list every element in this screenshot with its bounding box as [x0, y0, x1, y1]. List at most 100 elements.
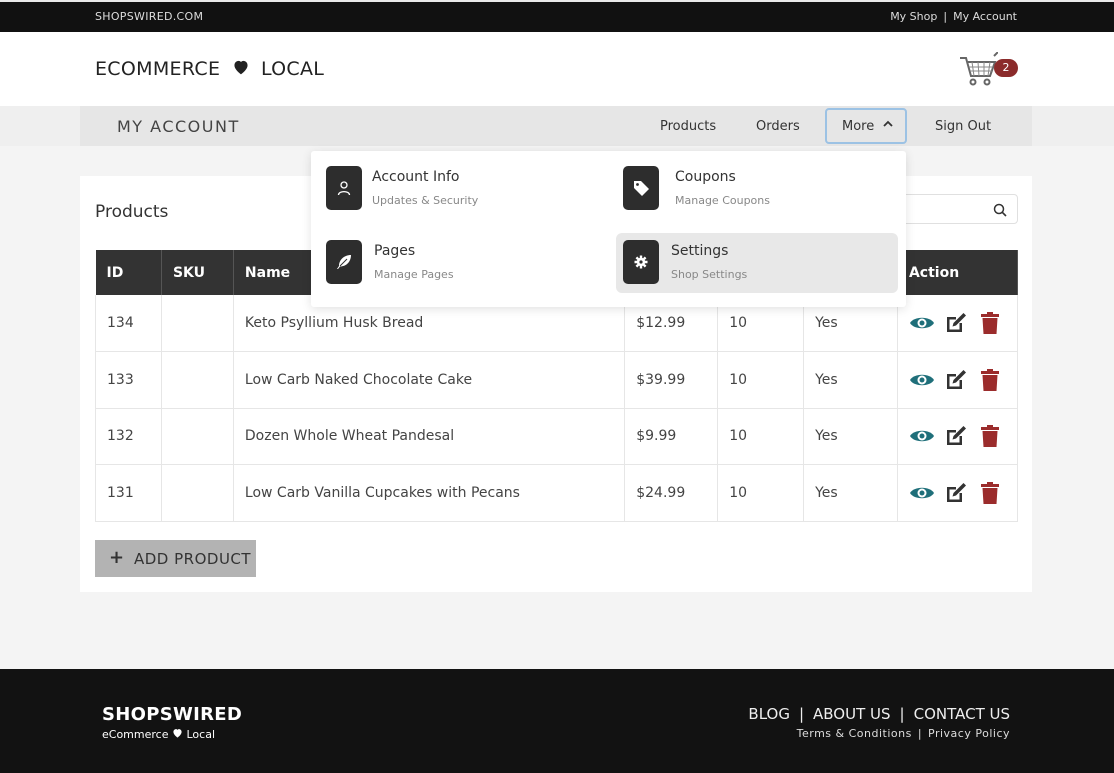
view-icon[interactable] [909, 481, 934, 505]
cell-actions [897, 464, 1019, 522]
menu-item-subtitle: Manage Coupons [675, 194, 770, 207]
terms-link[interactable]: Terms & Conditions [797, 727, 912, 740]
menu-item-title: Pages [374, 243, 416, 259]
footer-link-blog[interactable]: BLOG [748, 705, 790, 723]
separator: | [798, 705, 805, 723]
cell-active: Yes [803, 408, 898, 465]
add-product-button[interactable]: + ADD PRODUCT [95, 540, 256, 577]
delete-icon[interactable] [979, 311, 1003, 335]
cell-name: Dozen Whole Wheat Pandesal [233, 408, 626, 465]
logo-text-left: ECOMMERCE [95, 58, 221, 80]
feather-icon [326, 240, 362, 284]
nav-more-label: More [842, 119, 875, 134]
cell-price: $39.99 [624, 351, 719, 409]
cell-active: Yes [803, 464, 898, 522]
table-row: 131 Low Carb Vanilla Cupcakes with Pecan… [95, 464, 1019, 522]
heart-icon [232, 58, 250, 80]
my-shop-link[interactable]: My Shop [890, 10, 937, 23]
menu-item-title: Account Info [372, 169, 460, 185]
gear-icon [623, 240, 659, 284]
menu-item-subtitle: Updates & Security [372, 194, 479, 207]
separator: | [943, 10, 948, 23]
cell-actions [897, 351, 1019, 409]
cell-sku [161, 295, 234, 352]
cell-sku [161, 351, 234, 409]
account-title: MY ACCOUNT [117, 117, 240, 136]
logo-text-right: LOCAL [260, 58, 325, 80]
nav-more-button[interactable]: More [825, 108, 907, 144]
cell-quantity: 10 [717, 408, 805, 465]
cell-actions [897, 295, 1019, 352]
footer-tagline-right: Local [186, 728, 215, 741]
footer-links: BLOG | ABOUT US | CONTACT US [748, 705, 1010, 723]
view-icon[interactable] [909, 368, 934, 392]
top-links: My Shop | My Account [890, 10, 1017, 23]
products-title: Products [95, 202, 169, 222]
header: ECOMMERCE LOCAL 2 [0, 32, 1114, 106]
separator: | [899, 705, 905, 723]
nav-sign-out[interactable]: Sign Out [935, 119, 991, 134]
top-bar: SHOPSWIRED.COM My Shop | My Account [0, 0, 1114, 32]
edit-icon[interactable] [944, 311, 968, 335]
my-account-link[interactable]: My Account [953, 10, 1017, 23]
footer-link-about[interactable]: ABOUT US [813, 705, 891, 723]
footer: SHOPSWIRED eCommerce Local BLOG | ABOUT US… [0, 669, 1114, 773]
cart-count-badge: 2 [994, 59, 1018, 77]
footer-tagline-left: eCommerce [102, 728, 169, 741]
table-row: 133 Low Carb Naked Chocolate Cake $39.99… [95, 351, 1019, 409]
edit-icon[interactable] [944, 368, 968, 392]
footer-legal-links: Terms & Conditions | Privacy Policy [797, 727, 1010, 740]
site-name[interactable]: SHOPSWIRED.COM [95, 10, 203, 23]
menu-item-title: Coupons [675, 169, 736, 185]
delete-icon[interactable] [979, 368, 1003, 392]
delete-icon[interactable] [979, 424, 1003, 448]
cell-quantity: 10 [717, 464, 805, 522]
cell-id: 131 [95, 464, 162, 522]
column-header-action: Action [897, 250, 1019, 295]
delete-icon[interactable] [979, 481, 1003, 505]
cell-id: 134 [95, 295, 162, 352]
cell-actions [897, 408, 1019, 465]
more-dropdown-menu: Account Info Updates & Security Coupons … [311, 151, 906, 307]
footer-brand: SHOPSWIRED [102, 704, 243, 725]
tag-icon [623, 166, 659, 210]
menu-item-settings[interactable]: Settings Shop Settings [616, 233, 898, 293]
nav-products[interactable]: Products [660, 119, 716, 134]
view-icon[interactable] [909, 424, 934, 448]
cell-name: Low Carb Naked Chocolate Cake [233, 351, 626, 409]
footer-link-contact[interactable]: CONTACT US [914, 705, 1010, 723]
cell-price: $24.99 [624, 464, 719, 522]
cell-quantity: 10 [717, 351, 805, 409]
menu-item-pages[interactable]: Pages Manage Pages [319, 233, 601, 293]
table-row: 132 Dozen Whole Wheat Pandesal $9.99 10 … [95, 408, 1019, 465]
cell-id: 132 [95, 408, 162, 465]
column-header-sku[interactable]: SKU [161, 250, 234, 295]
cell-price: $9.99 [624, 408, 719, 465]
cart-icon[interactable] [958, 51, 999, 88]
column-header-id[interactable]: ID [95, 250, 162, 295]
menu-item-title: Settings [671, 243, 729, 259]
view-icon[interactable] [909, 311, 934, 335]
edit-icon[interactable] [944, 481, 968, 505]
plus-icon: + [109, 547, 125, 568]
separator: | [917, 727, 923, 740]
user-icon [326, 166, 362, 210]
heart-icon [172, 728, 183, 741]
edit-icon[interactable] [944, 424, 968, 448]
search-icon[interactable] [993, 202, 1007, 217]
footer-tagline: eCommerce Local [102, 728, 215, 741]
account-bar: MY ACCOUNT Products Orders More Sign Out [80, 106, 1032, 146]
nav-orders[interactable]: Orders [756, 119, 800, 134]
logo[interactable]: ECOMMERCE LOCAL [95, 58, 324, 80]
menu-item-subtitle: Manage Pages [374, 268, 454, 281]
menu-item-account-info[interactable]: Account Info Updates & Security [319, 159, 601, 219]
cell-active: Yes [803, 351, 898, 409]
add-product-label: ADD PRODUCT [134, 550, 252, 568]
cell-sku [161, 408, 234, 465]
menu-item-subtitle: Shop Settings [671, 268, 748, 281]
cell-name: Low Carb Vanilla Cupcakes with Pecans [233, 464, 626, 522]
privacy-link[interactable]: Privacy Policy [928, 727, 1010, 740]
menu-item-coupons[interactable]: Coupons Manage Coupons [616, 159, 898, 219]
cell-id: 133 [95, 351, 162, 409]
chevron-up-icon [883, 119, 893, 132]
